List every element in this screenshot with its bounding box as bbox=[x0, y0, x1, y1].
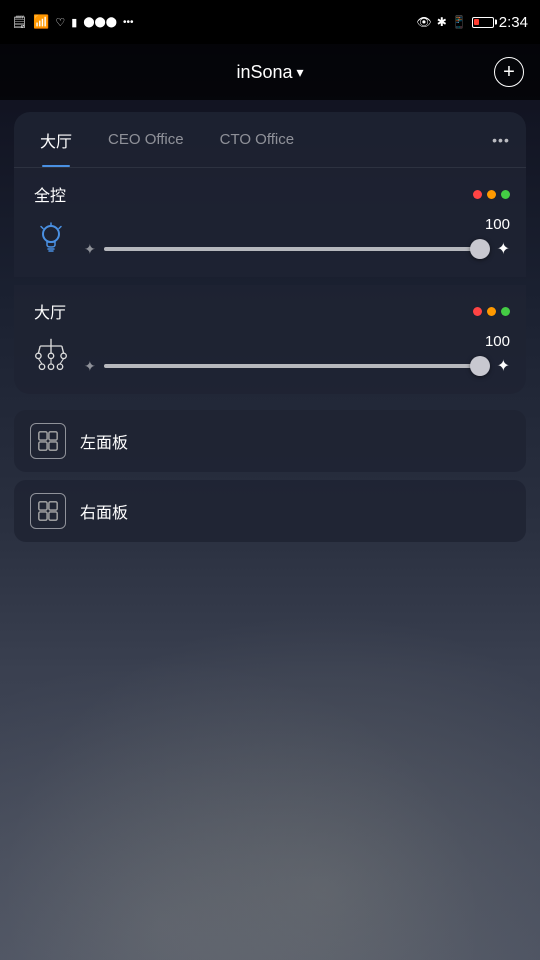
hall-dots bbox=[473, 307, 510, 316]
more-status-icon: ••• bbox=[123, 17, 134, 28]
heart-icon: ♡ bbox=[55, 16, 65, 29]
top-nav: inSona ▾ + bbox=[0, 44, 540, 100]
plus-icon: + bbox=[503, 61, 515, 84]
all-control-slider-area: 100 ✦ ✦ bbox=[84, 216, 510, 259]
tab-bar: 大厅 CEO Office CTO Office ••• bbox=[14, 112, 526, 168]
left-panel-label: 左面板 bbox=[80, 429, 128, 453]
left-panel-icon bbox=[30, 423, 66, 459]
tab-cto-office[interactable]: CTO Office bbox=[202, 112, 312, 167]
ellipsis-icon: ••• bbox=[492, 132, 510, 148]
hall-slider-track[interactable] bbox=[104, 364, 489, 368]
all-control-slider-thumb[interactable] bbox=[470, 239, 490, 259]
left-panel-item[interactable]: 左面板 bbox=[14, 410, 526, 472]
clock: 2:34 bbox=[499, 14, 528, 31]
app-title: inSona bbox=[236, 62, 292, 83]
hall-slider-row: ✦ ✦ bbox=[84, 356, 510, 376]
all-control-card: 全控 bbox=[14, 168, 526, 277]
tab-label-cto: CTO Office bbox=[220, 131, 294, 148]
sim-icon: ▮ bbox=[71, 16, 77, 29]
hall-slider-area: 100 ✦ ✦ bbox=[84, 333, 510, 376]
tab-datingting[interactable]: 大厅 bbox=[22, 112, 90, 167]
chandelier-icon bbox=[30, 334, 72, 376]
all-control-title: 全控 bbox=[34, 182, 66, 206]
hall-red-dot bbox=[473, 307, 482, 316]
brightness-min-icon: ✦ bbox=[84, 241, 96, 258]
hall-value: 100 bbox=[84, 333, 510, 350]
app-title-area[interactable]: inSona ▾ bbox=[236, 62, 303, 83]
all-control-header: 全控 bbox=[30, 182, 510, 206]
orange-dot bbox=[487, 190, 496, 199]
eye-icon: 👁 bbox=[417, 15, 432, 29]
brightness-max-icon: ✦ bbox=[497, 239, 510, 259]
add-button[interactable]: + bbox=[494, 57, 524, 87]
wifi-icon: 📶 bbox=[33, 14, 49, 30]
hall-card: 大厅 bbox=[14, 285, 526, 394]
right-panel-icon bbox=[30, 493, 66, 529]
hall-title: 大厅 bbox=[34, 299, 66, 323]
hall-orange-dot bbox=[487, 307, 496, 316]
status-bar-left: 🗒 📶 ♡ ▮ ⬤⬤⬤ ••• bbox=[12, 14, 133, 30]
all-control-slider-track[interactable] bbox=[104, 247, 489, 251]
hall-header: 大厅 bbox=[30, 299, 510, 323]
green-dot bbox=[501, 190, 510, 199]
tab-ceo-office[interactable]: CEO Office bbox=[90, 112, 202, 167]
right-panel-label: 右面板 bbox=[80, 499, 128, 523]
battery-indicator bbox=[472, 17, 494, 28]
all-control-value: 100 bbox=[84, 216, 510, 233]
hall-row: 100 ✦ ✦ bbox=[30, 333, 510, 376]
bulb-icon bbox=[30, 217, 72, 259]
hall-slider-fill bbox=[104, 364, 489, 368]
all-control-dots bbox=[473, 190, 510, 199]
chevron-down-icon: ▾ bbox=[297, 64, 304, 81]
app-icons: ⬤⬤⬤ bbox=[83, 17, 117, 28]
hall-slider-thumb[interactable] bbox=[470, 356, 490, 376]
all-control-slider-fill bbox=[104, 247, 489, 251]
hall-brightness-min-icon: ✦ bbox=[84, 358, 96, 375]
file-icon: 🗒 bbox=[12, 15, 27, 29]
status-bar-right: 👁 ✱ 📱 2:34 bbox=[417, 14, 528, 31]
all-control-slider-row: ✦ ✦ bbox=[84, 239, 510, 259]
status-bar: 🗒 📶 ♡ ▮ ⬤⬤⬤ ••• 👁 ✱ 📱 2:34 bbox=[0, 0, 540, 44]
red-dot bbox=[473, 190, 482, 199]
main-content: 大厅 CEO Office CTO Office ••• 全控 bbox=[0, 100, 540, 562]
tab-section: 大厅 CEO Office CTO Office ••• 全控 bbox=[14, 112, 526, 402]
tab-more-button[interactable]: ••• bbox=[484, 123, 518, 157]
bluetooth-icon: ✱ bbox=[437, 15, 447, 29]
all-control-row: 100 ✦ ✦ bbox=[30, 216, 510, 259]
hall-brightness-max-icon: ✦ bbox=[497, 356, 510, 376]
signal-icon: 📱 bbox=[452, 15, 467, 29]
tab-label-datingting: 大厅 bbox=[40, 128, 72, 152]
right-panel-item[interactable]: 右面板 bbox=[14, 480, 526, 542]
tab-label-ceo: CEO Office bbox=[108, 131, 184, 148]
hall-green-dot bbox=[501, 307, 510, 316]
